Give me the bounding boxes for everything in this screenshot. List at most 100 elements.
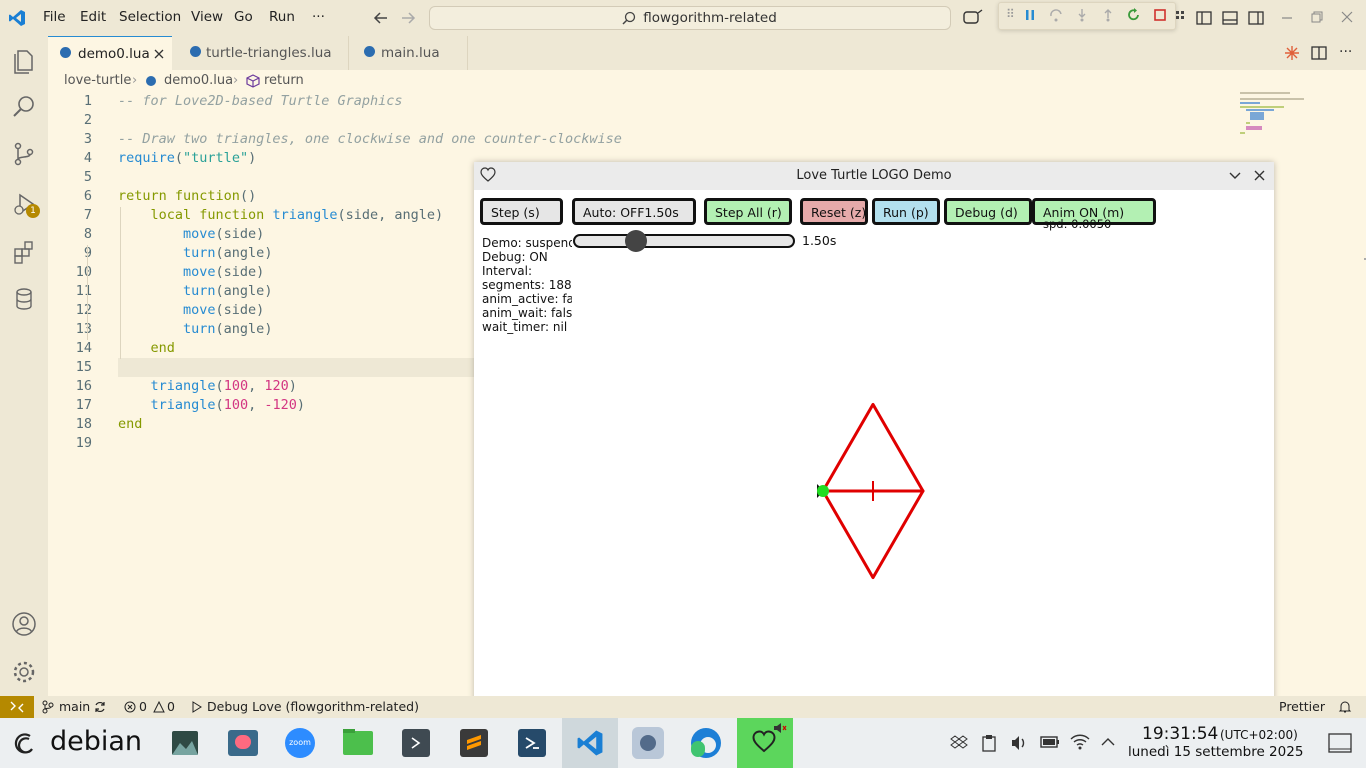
step-into-icon[interactable] [1075,8,1089,22]
indent-guide [87,245,88,340]
battery-icon[interactable] [1040,735,1060,749]
wifi-icon[interactable] [1070,734,1090,750]
code-token: (angle) [215,283,273,299]
restart-icon[interactable] [1127,8,1141,22]
tab-demo0-lua[interactable]: demo0.lua [48,36,172,71]
line-number: 18 [75,416,92,432]
debug-config-label[interactable]: Debug Love (flowgorithm-related) [207,699,419,714]
code-token: -- for Love2D-based Turtle Graphics [118,93,403,109]
menu-selection[interactable]: Selection [119,9,181,25]
git-branch-icon [42,700,54,714]
restore-icon[interactable] [1311,11,1323,23]
tab-close-icon[interactable] [154,49,164,59]
remote-indicator[interactable] [0,696,34,718]
line-number: 12 [75,302,92,318]
taskbar-edge[interactable] [686,723,726,763]
sync-icon[interactable] [93,700,107,714]
clipboard-icon[interactable] [981,734,997,752]
code-token: move [118,302,216,318]
window-close-icon[interactable] [1341,11,1353,23]
explorer-icon[interactable] [10,46,38,74]
volume-icon[interactable] [1010,734,1028,752]
drag-handle-icon[interactable]: ⠿ [1006,7,1015,21]
code-line: triangle(100, 120) [118,378,297,394]
taskbar-powershell[interactable] [512,723,552,763]
line-number: 3 [83,131,92,147]
split-editor-icon[interactable] [1311,45,1327,61]
code-line: return function() [118,188,256,204]
stop-icon[interactable] [1153,8,1167,22]
toggle-panel-icon[interactable] [1222,10,1238,26]
toggle-sidebar-icon[interactable] [1196,10,1212,26]
taskbar-image-viewer[interactable] [164,723,204,763]
interval-slider-track[interactable] [573,234,795,248]
command-center-search[interactable]: flowgorithm-related [429,6,951,30]
code-token: return [118,188,175,204]
settings-gear-icon[interactable] [10,658,38,686]
taskbar-settings[interactable] [628,723,668,763]
tab-main-lua[interactable]: main.lua [348,36,468,70]
code-token: turn [118,283,216,299]
forward-arrow-icon[interactable] [400,10,416,26]
chevron-up-icon[interactable] [1101,737,1115,747]
code-token: 120 [264,378,289,394]
menu-run[interactable]: Run [269,9,295,25]
tab-label: main.lua [381,45,440,61]
breadcrumb-folder[interactable]: love-turtle [64,73,131,88]
editor-more-actions-icon[interactable]: ··· [1339,44,1352,60]
clock[interactable]: 19:31:54 (UTC+02:00) lunedì 15 settembre… [1124,724,1324,764]
lua-file-icon [146,76,156,86]
menu-file[interactable]: File [43,9,66,25]
menu-more[interactable]: ··· [312,9,325,25]
pause-icon[interactable] [1023,8,1037,22]
source-control-icon[interactable] [10,140,38,168]
code-token: -- Draw two triangles, one clockwise and… [118,131,622,147]
dropbox-icon[interactable] [950,734,968,752]
taskbar-zoom[interactable]: zoom [280,723,320,763]
taskbar-love2d[interactable] [737,718,793,768]
database-icon[interactable] [10,285,38,313]
taskbar-screenshot[interactable] [222,723,262,763]
show-desktop-icon[interactable] [1327,732,1353,754]
minimize-icon[interactable] [1281,12,1293,24]
start-menu-button[interactable]: debian [10,726,150,760]
search-icon[interactable] [10,93,38,121]
taskbar-terminal[interactable] [396,723,436,763]
run-debug-view[interactable]: 1 [0,186,48,222]
taskbar-vscode[interactable] [562,718,618,768]
code-token: 100 [223,378,249,394]
toggle-secondary-sidebar-icon[interactable] [1248,10,1264,26]
vscode-logo-icon[interactable] [8,9,26,27]
code-token: (angle) [215,321,273,337]
back-arrow-icon[interactable] [373,10,389,26]
copilot-icon[interactable] [962,9,984,27]
extensions-icon[interactable] [10,237,38,265]
warning-count[interactable]: 0 [167,699,175,714]
menu-edit[interactable]: Edit [80,9,106,25]
breadcrumb-symbol[interactable]: return [264,73,304,88]
activity-bar: 1 [0,36,48,696]
code-token: triangle [272,207,338,223]
git-branch-label[interactable]: main [59,699,90,714]
code-token: function [199,207,273,223]
bell-icon[interactable] [1338,700,1352,714]
step-out-icon[interactable] [1101,8,1115,22]
code-token: (side) [215,302,265,318]
tab-turtle-triangles-lua[interactable]: turtle-triangles.lua [172,36,348,70]
code-line: triangle(100, -120) [118,397,306,413]
code-line: -- Draw two triangles, one clockwise and… [118,131,622,147]
interval-slider-knob[interactable] [625,230,648,252]
debug-toolbar-more-icon[interactable] [1175,10,1185,26]
error-count[interactable]: 0 [139,699,147,714]
taskbar-sublime-text[interactable] [454,723,494,763]
menu-view[interactable]: View [191,9,223,25]
muted-icon [774,723,787,733]
prettier-label[interactable]: Prettier [1279,699,1325,714]
step-over-icon[interactable] [1049,8,1063,22]
breadcrumb-file[interactable]: demo0.lua [164,73,233,88]
code-token: local [118,207,200,223]
spark-icon[interactable] [1284,45,1300,61]
menu-go[interactable]: Go [234,9,253,25]
taskbar-files[interactable] [338,723,378,763]
accounts-icon[interactable] [10,610,38,638]
